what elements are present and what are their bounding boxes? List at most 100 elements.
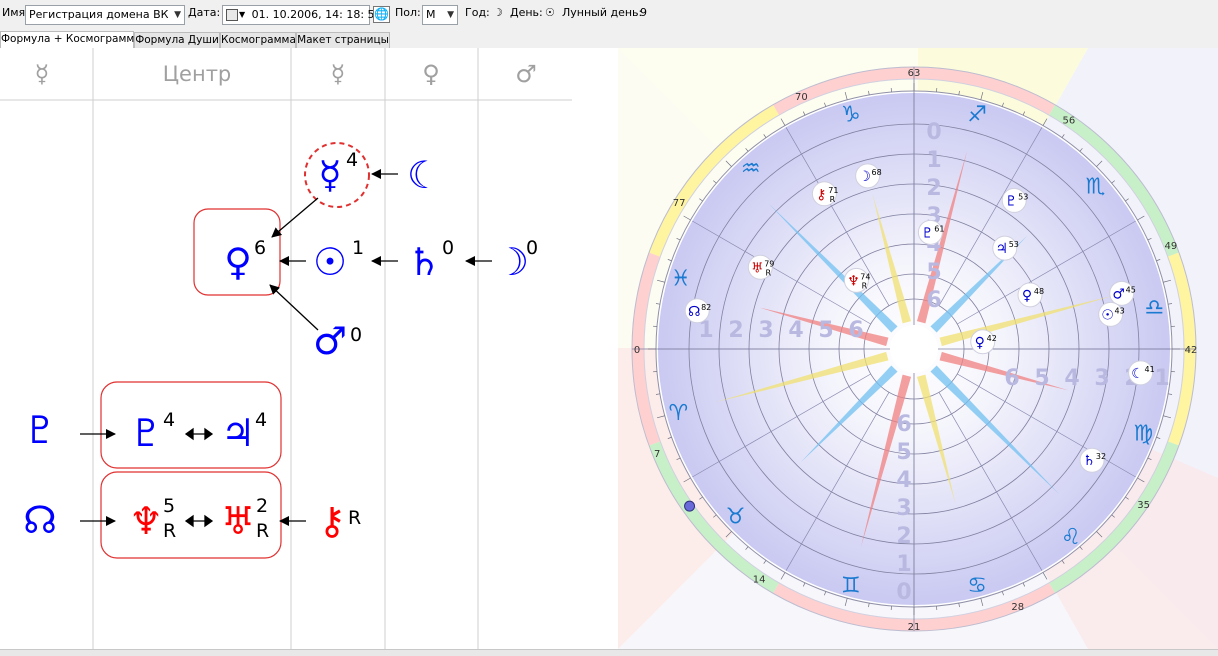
planet-sun-icon[interactable]: ☉ <box>1101 307 1114 323</box>
ring-number: 4 <box>1064 366 1079 391</box>
neptune-glyph[interactable]: ♆ <box>129 499 163 543</box>
zodiac-cancer-icon[interactable]: ♋ <box>967 574 987 599</box>
name-dropdown[interactable]: Регистрация домена ВК ▼ <box>25 5 185 25</box>
planet-moon-icon[interactable]: ☽ <box>858 169 871 185</box>
planet-saturn-icon[interactable]: ♄ <box>1083 453 1096 469</box>
planet-mars-degree: 45 <box>1126 285 1136 294</box>
planet-chiron-retro: R <box>830 195 836 204</box>
planet-moon-degree: 68 <box>872 168 882 177</box>
planet-venus-inner-icon[interactable]: ♀ <box>975 335 985 351</box>
lunar-day-label: Лунный день: <box>562 6 642 19</box>
planet-jupiter-icon[interactable]: ♃ <box>996 241 1009 257</box>
degree-label: 77 <box>673 198 686 209</box>
chevron-down-icon[interactable]: ▼ <box>239 10 245 19</box>
planet-venus-icon[interactable]: ♀ <box>1022 288 1032 304</box>
planet-neptune-icon[interactable]: ♆ <box>847 273 860 289</box>
planet-node-icon[interactable]: ☊ <box>688 304 700 320</box>
zodiac-capricorn-icon[interactable]: ♑ <box>841 102 861 127</box>
column-header-mercury-2: ☿ <box>331 60 346 88</box>
zodiac-scorpio-icon[interactable]: ♏ <box>1085 175 1105 200</box>
ring-number: 2 <box>896 524 911 549</box>
planet-black-moon-degree: 41 <box>1144 365 1154 374</box>
sex-value: М <box>426 8 436 21</box>
degree-label: 63 <box>908 68 921 79</box>
planet-pluto-icon[interactable]: ♇ <box>921 225 934 241</box>
uranus-retro: R <box>256 520 269 542</box>
planet-jupiter-degree: 53 <box>1009 240 1019 249</box>
date-field[interactable]: ▼ 01. 10.2006, 14: 18: 50 <box>222 5 370 25</box>
black-moon-glyph[interactable]: ☾ <box>407 153 441 197</box>
mercury-glyph[interactable]: ☿ <box>318 153 341 197</box>
lunar-day-value: 9 <box>640 6 647 19</box>
zodiac-taurus-icon[interactable]: ♉ <box>726 504 746 529</box>
mercury-value: 4 <box>346 149 358 171</box>
ring-number: 5 <box>818 318 833 343</box>
venus-glyph[interactable]: ♀ <box>224 240 252 284</box>
year-label: Год: <box>465 6 490 19</box>
cosmogram-panel: 1234566543210123456654321063564942352821… <box>618 48 1218 649</box>
mars-glyph[interactable]: ♂ <box>313 319 347 363</box>
degree-label: 28 <box>1011 602 1024 613</box>
ring-number: 6 <box>848 318 863 343</box>
chiron-glyph[interactable]: ⚷ <box>318 499 346 543</box>
ring-number: 5 <box>896 440 911 465</box>
ring-number: 0 <box>926 120 941 145</box>
planet-mars-icon[interactable]: ♂ <box>1112 286 1125 302</box>
ring-number: 6 <box>896 412 911 437</box>
date-value[interactable]: 01. 10.2006, 14: 18: 50 <box>252 8 382 21</box>
planet-proserpina-icon[interactable]: ♇ <box>1005 193 1018 209</box>
column-header-venus: ♀ <box>422 60 440 88</box>
ring-number: 0 <box>896 580 911 605</box>
splitter[interactable] <box>572 48 618 649</box>
position-handle[interactable] <box>685 501 695 511</box>
tab-page-layout[interactable]: Макет страницы <box>296 32 390 48</box>
moon-icon: ☽ <box>493 6 503 19</box>
zodiac-aries-icon[interactable]: ♈ <box>668 401 688 426</box>
saturn-glyph[interactable]: ♄ <box>407 240 441 284</box>
planet-node-degree: 82 <box>701 303 711 312</box>
degree-label: 35 <box>1137 500 1150 511</box>
degree-label: 21 <box>908 622 921 633</box>
zodiac-libra-icon[interactable]: ♎ <box>1144 296 1164 321</box>
ring-number: 3 <box>896 496 911 521</box>
proserpina-glyph[interactable]: ♇ <box>23 408 57 452</box>
ring-number: 4 <box>896 468 911 493</box>
planet-chiron-icon[interactable]: ⚷ <box>816 187 826 203</box>
zodiac-pisces-icon[interactable]: ♓ <box>671 267 691 292</box>
jupiter-value: 4 <box>255 409 267 431</box>
tab-soul-formula[interactable]: Формула Души <box>134 32 220 48</box>
zodiac-virgo-icon[interactable]: ♍ <box>1133 421 1153 446</box>
sun-glyph[interactable]: ☉ <box>313 240 347 284</box>
tab-formula-cosmogram[interactable]: Формула + Космограмма <box>0 31 134 48</box>
planet-neptune-degree: 74 <box>860 272 870 281</box>
planet-proserpina-degree: 53 <box>1018 192 1028 201</box>
planet-saturn-degree: 32 <box>1096 452 1106 461</box>
node-glyph[interactable]: ☊ <box>23 498 57 542</box>
moon-glyph[interactable]: ☽ <box>495 240 529 284</box>
zodiac-leo-icon[interactable]: ♌ <box>1061 525 1081 550</box>
column-header-mercury: ☿ <box>35 60 50 88</box>
column-header-mars: ♂ <box>515 60 537 88</box>
ring-number: 1 <box>1154 366 1169 391</box>
zodiac-sagittarius-icon[interactable]: ♐ <box>967 102 987 127</box>
sun-icon: ☉ <box>545 6 555 19</box>
planet-uranus-icon[interactable]: ♅ <box>751 260 764 276</box>
flow-arrows <box>80 174 492 521</box>
uranus-glyph[interactable]: ♅ <box>221 499 255 543</box>
degree-label: 42 <box>1185 345 1198 356</box>
sex-dropdown[interactable]: М ▼ <box>422 5 458 25</box>
pluto-glyph[interactable]: ♇ <box>129 411 163 455</box>
planet-black-moon-icon[interactable]: ☾ <box>1131 366 1144 382</box>
ring-number: 4 <box>788 318 803 343</box>
planet-uranus-retro: R <box>766 268 772 277</box>
neptune-retro: R <box>163 520 176 542</box>
degree-label: 70 <box>795 92 808 103</box>
ring-number: 5 <box>1034 366 1049 391</box>
jupiter-glyph[interactable]: ♃ <box>221 411 255 455</box>
calendar-icon[interactable] <box>226 9 238 21</box>
zodiac-aquarius-icon[interactable]: ♒ <box>741 157 761 182</box>
tab-cosmogram[interactable]: Космограмма <box>220 32 296 48</box>
center-hole <box>890 325 938 373</box>
globe-icon[interactable]: 🌐 <box>373 6 390 23</box>
zodiac-gemini-icon[interactable]: ♊ <box>841 574 861 599</box>
